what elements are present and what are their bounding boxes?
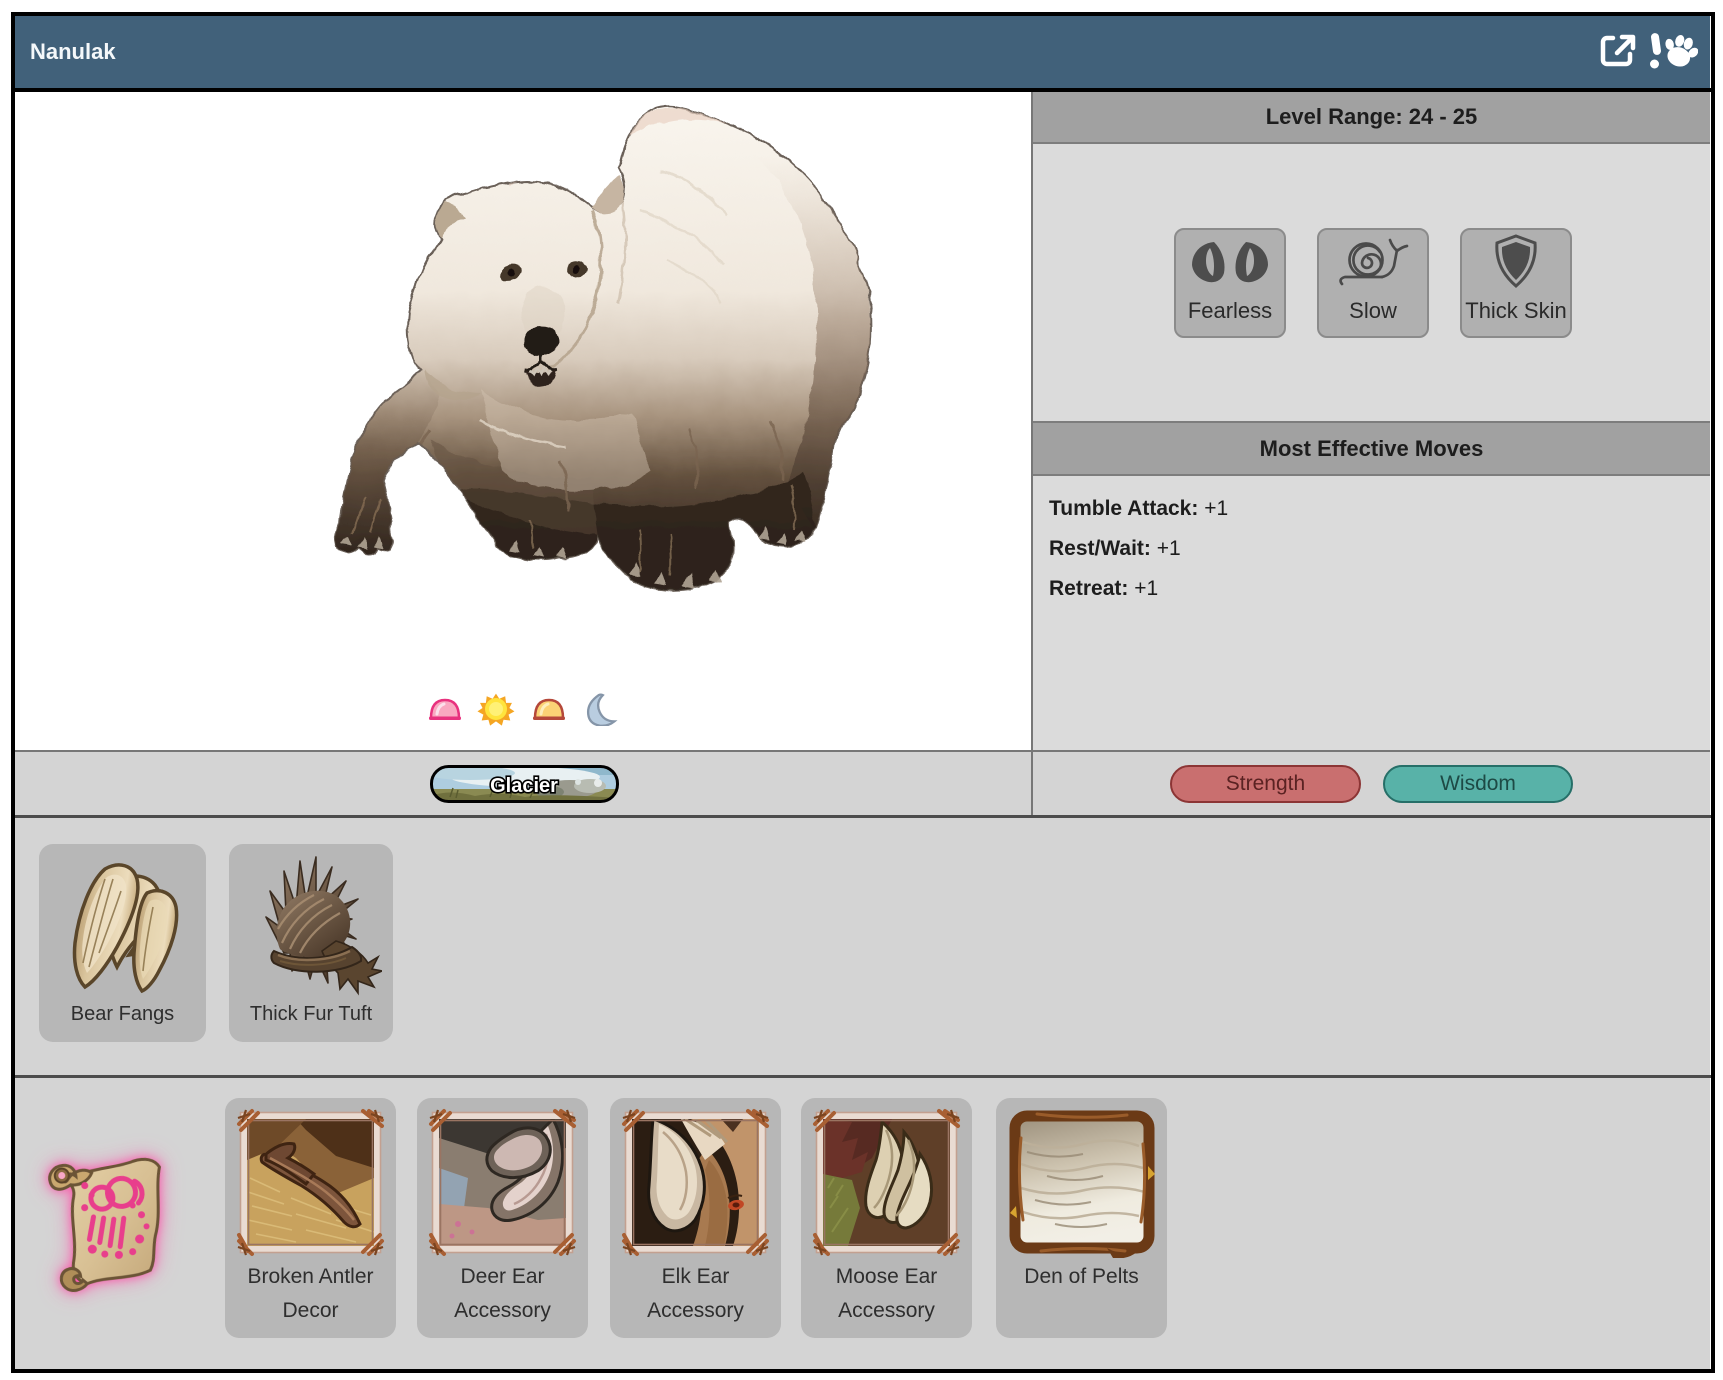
svg-text:Glacier: Glacier (490, 775, 558, 797)
